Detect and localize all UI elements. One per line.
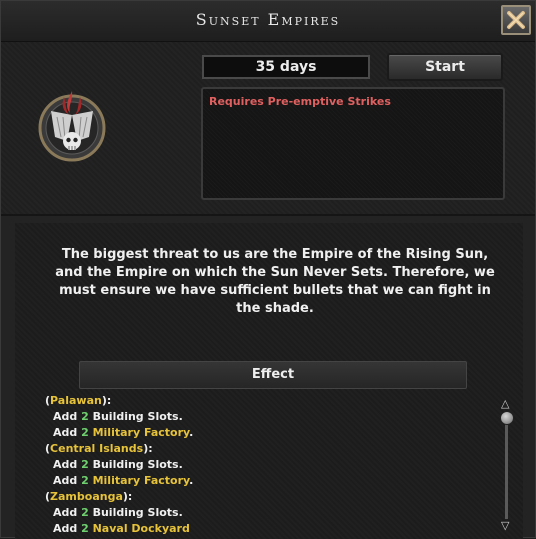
description-panel: The biggest threat to us are the Empire … bbox=[15, 223, 523, 539]
skull-wings-emblem-icon bbox=[38, 91, 106, 162]
scroll-thumb[interactable] bbox=[500, 411, 514, 425]
effect-line: Add 2 Building Slots. bbox=[53, 410, 183, 423]
region-name: Central Islands bbox=[50, 442, 144, 455]
effects-scrollbar[interactable]: △ ▽ bbox=[499, 397, 515, 533]
close-button[interactable] bbox=[501, 5, 531, 35]
start-button[interactable]: Start bbox=[387, 53, 503, 81]
requirements-box: Requires Pre-emptive Strikes bbox=[201, 87, 505, 200]
effect-region: (Palawan): bbox=[45, 394, 112, 407]
decision-window: Sunset Empires 35 days Start Requires Pr… bbox=[0, 0, 536, 539]
scroll-down-icon[interactable]: ▽ bbox=[501, 519, 509, 532]
duration-display: 35 days bbox=[202, 55, 370, 79]
region-name: Palawan bbox=[50, 394, 102, 407]
effect-line: Add 2 Military Factory. bbox=[53, 474, 194, 487]
region-name: Zamboanga bbox=[50, 490, 123, 503]
close-x-icon bbox=[507, 11, 525, 29]
scroll-up-icon[interactable]: △ bbox=[501, 397, 509, 410]
effect-region: (Central Islands): bbox=[45, 442, 153, 455]
effect-line: Add 2 Military Factory. bbox=[53, 426, 194, 439]
effect-line: Add 2 Building Slots. bbox=[53, 458, 183, 471]
effect-line: Add 2 Naval Dockyard bbox=[53, 522, 190, 535]
effect-header: Effect bbox=[79, 361, 467, 389]
title-bar: Sunset Empires bbox=[1, 1, 535, 42]
window-title: Sunset Empires bbox=[195, 10, 341, 29]
requirement-text: Requires Pre-emptive Strikes bbox=[209, 95, 391, 108]
decision-description: The biggest threat to us are the Empire … bbox=[55, 247, 495, 316]
effect-region: (Zamboanga): bbox=[45, 490, 133, 503]
scroll-track[interactable] bbox=[505, 413, 508, 519]
effect-line: Add 2 Building Slots. bbox=[53, 506, 183, 519]
effects-list: (Palawan): Add 2 Building Slots. Add 2 M… bbox=[45, 393, 485, 539]
